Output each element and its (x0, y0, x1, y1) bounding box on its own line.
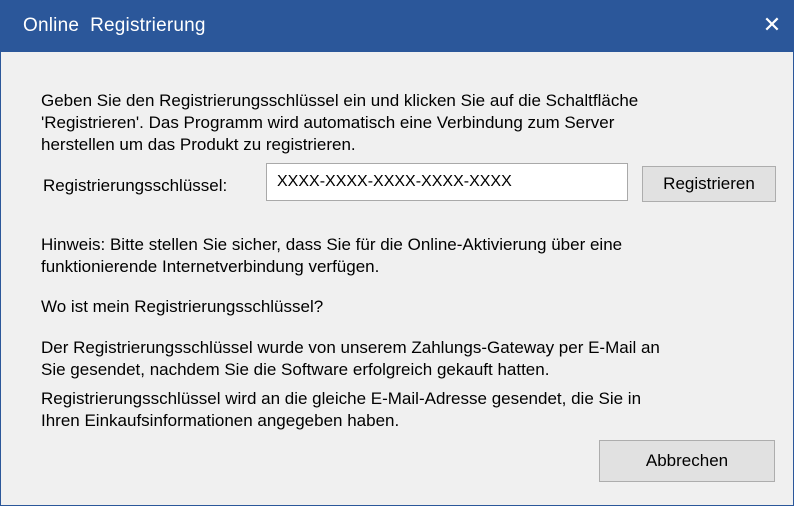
registration-key-label: Registrierungsschlüssel: (43, 176, 228, 195)
intro-line-2: 'Registrieren'. Das Programm wird automa… (41, 113, 615, 132)
register-button[interactable]: Registrieren (642, 166, 776, 202)
intro-line-3: herstellen um das Produkt zu registriere… (41, 135, 356, 154)
faq-answer-2: Registrierungsschlüssel wird an die glei… (41, 388, 781, 432)
registration-key-input[interactable] (266, 163, 628, 201)
hint-text: Hinweis: Bitte stellen Sie sicher, dass … (41, 234, 781, 278)
registration-dialog: Online Registrierung ✕ Geben Sie den Reg… (0, 0, 794, 506)
faq-answer-1-line-1: Der Registrierungsschlüssel wurde von un… (41, 338, 660, 357)
cancel-button[interactable]: Abbrechen (599, 440, 775, 482)
dialog-title: Online Registrierung (23, 15, 206, 36)
faq-answer-2-line-2: Ihren Einkaufsinformationen angegeben ha… (41, 411, 400, 430)
intro-line-1: Geben Sie den Registrierungsschlüssel ei… (41, 91, 639, 110)
dialog-content: Geben Sie den Registrierungsschlüssel ei… (1, 52, 793, 505)
faq-answer-2-line-1: Registrierungsschlüssel wird an die glei… (41, 389, 642, 408)
hint-line-1: Hinweis: Bitte stellen Sie sicher, dass … (41, 235, 623, 254)
faq-answer-1: Der Registrierungsschlüssel wurde von un… (41, 337, 781, 381)
close-icon[interactable]: ✕ (755, 11, 789, 41)
faq-question-text: Wo ist mein Registrierungsschlüssel? (41, 297, 324, 316)
hint-line-2: funktionierende Internetverbindung verfü… (41, 257, 380, 276)
intro-text: Geben Sie den Registrierungsschlüssel ei… (41, 90, 781, 156)
title-bar[interactable]: Online Registrierung ✕ (1, 1, 793, 52)
faq-question: Wo ist mein Registrierungsschlüssel? (41, 296, 781, 318)
faq-answer-1-line-2: Sie gesendet, nachdem Sie die Software e… (41, 360, 550, 379)
